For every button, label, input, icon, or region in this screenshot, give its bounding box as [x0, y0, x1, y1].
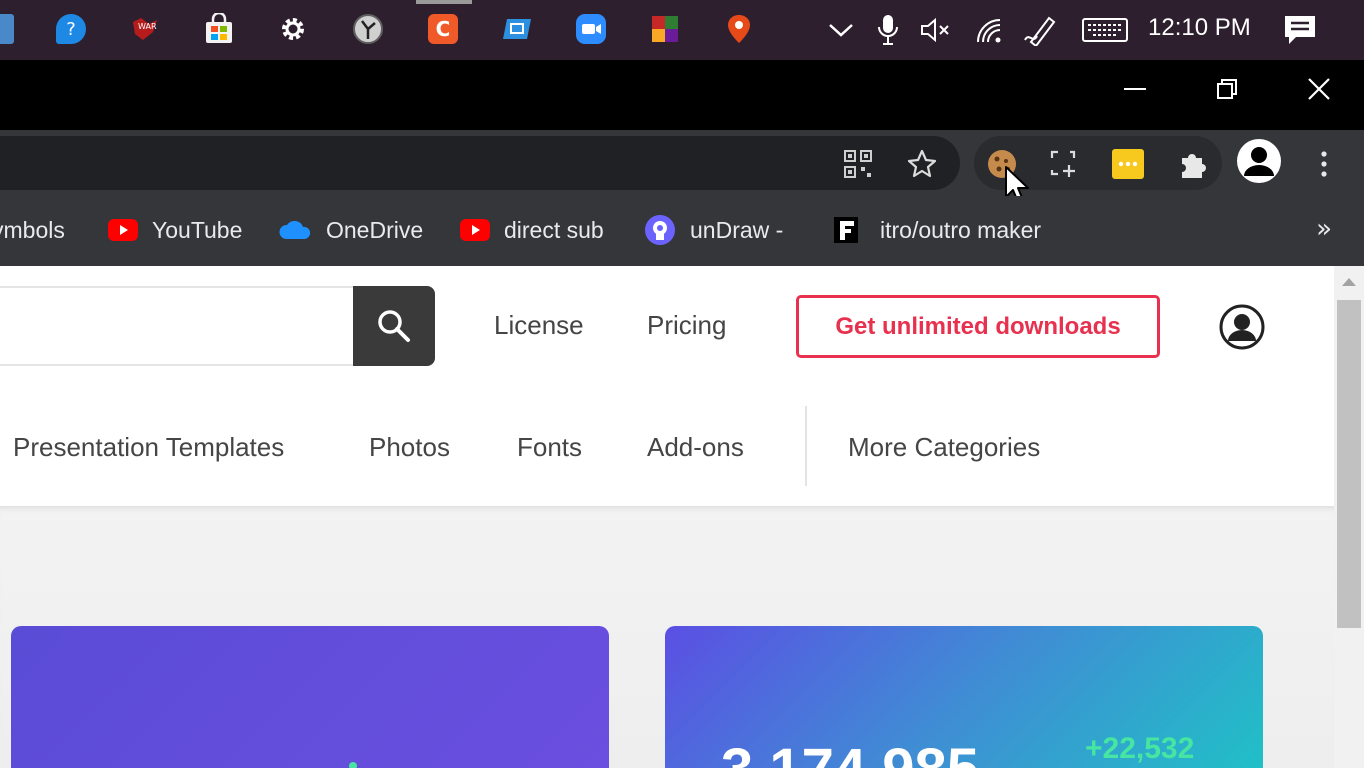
nav-license-link[interactable]: License: [494, 310, 584, 341]
bookmark-symbols[interactable]: ymbols: [0, 214, 65, 246]
notes-extension-icon[interactable]: [1108, 144, 1148, 184]
flag-icon: [834, 217, 858, 243]
indicator-dot: [349, 762, 357, 768]
account-icon[interactable]: [1218, 303, 1266, 351]
screenshot-extension-icon[interactable]: [1044, 144, 1084, 184]
touch-keyboard-icon[interactable]: [1080, 10, 1130, 50]
taskbar: ? WAR C 12:10 PM: [0, 0, 1364, 60]
stats-card[interactable]: 3,174,985 +22,532: [665, 626, 1263, 768]
bookmark-intro-outro-maker[interactable]: itro/outro maker: [834, 214, 1041, 246]
address-bar[interactable]: [0, 136, 960, 190]
extensions-puzzle-icon[interactable]: [1172, 144, 1212, 184]
show-hidden-icons-chevron-icon[interactable]: [826, 10, 856, 50]
close-icon[interactable]: [1284, 64, 1354, 114]
zoom-app-icon[interactable]: [574, 12, 608, 46]
category-divider: [805, 406, 807, 486]
clock-app-icon[interactable]: [351, 12, 385, 46]
microphone-icon[interactable]: [872, 10, 904, 50]
presentation-app-icon[interactable]: [500, 12, 534, 46]
web-page: License Pricing Get unlimited downloads …: [0, 266, 1334, 768]
bookmark-undraw[interactable]: unDraw -: [644, 214, 783, 246]
bookmark-direct-sub[interactable]: direct sub: [460, 214, 604, 246]
qr-code-icon[interactable]: [838, 144, 878, 184]
pen-icon[interactable]: [1022, 10, 1060, 50]
search-button[interactable]: [353, 286, 435, 366]
category-fonts[interactable]: Fonts: [517, 432, 582, 463]
notifications-icon[interactable]: [1280, 10, 1320, 50]
help-app-icon[interactable]: ?: [54, 12, 88, 46]
canva-app-icon[interactable]: C: [426, 12, 460, 46]
profile-avatar-icon[interactable]: [1236, 138, 1282, 184]
category-photos[interactable]: Photos: [369, 432, 450, 463]
system-clock[interactable]: 12:10 PM: [1148, 14, 1251, 42]
category-nav: Presentation Templates Photos Fonts Add-…: [0, 394, 1334, 506]
bookmark-label: direct sub: [504, 216, 604, 243]
bookmark-onedrive[interactable]: OneDrive: [278, 214, 423, 246]
bookmark-label: OneDrive: [326, 216, 424, 243]
bookmarks-bar: ymbols YouTube OneDrive direct sub unDra…: [0, 196, 1364, 266]
category-more-categories[interactable]: More Categories: [848, 432, 1040, 463]
volume-muted-icon[interactable]: [918, 10, 954, 50]
asset-count: 3,174,985: [721, 736, 979, 768]
bookmark-label: unDraw -: [690, 216, 784, 243]
bookmark-label: YouTube: [152, 216, 243, 243]
microsoft-store-icon[interactable]: [202, 12, 236, 46]
browser-toolbar: [0, 130, 1364, 196]
search-input[interactable]: [0, 286, 360, 366]
page-scrollbar[interactable]: [1334, 266, 1364, 768]
nav-pricing-link[interactable]: Pricing: [647, 310, 726, 341]
network-icon[interactable]: [972, 10, 1006, 50]
category-presentation-templates[interactable]: Presentation Templates: [13, 432, 284, 463]
menu-kebab-icon[interactable]: [1304, 144, 1344, 184]
promo-card-left[interactable]: [11, 626, 609, 768]
puzzle-app-icon[interactable]: [648, 12, 682, 46]
calculator-app-icon[interactable]: [0, 12, 20, 46]
scroll-up-arrow-icon[interactable]: [1342, 278, 1356, 286]
svg-text:WAR: WAR: [138, 22, 157, 31]
undraw-icon: [644, 214, 676, 246]
asset-count-delta: +22,532: [1085, 732, 1195, 765]
bookmarks-overflow-icon[interactable]: »: [1316, 214, 1332, 244]
settings-icon[interactable]: [276, 12, 310, 46]
youtube-icon: [460, 219, 490, 241]
bookmark-label: itro/outro maker: [880, 216, 1042, 243]
maps-app-icon[interactable]: [722, 12, 756, 46]
bookmark-star-icon[interactable]: [902, 144, 942, 184]
onedrive-icon: [278, 219, 312, 241]
restore-icon[interactable]: [1192, 64, 1262, 114]
search-icon: [378, 310, 410, 342]
hero-section: 3,174,985 +22,532: [0, 506, 1334, 768]
bookmark-label: ymbols: [0, 216, 65, 243]
game-app-icon[interactable]: WAR: [128, 12, 162, 46]
minimize-icon[interactable]: [1100, 64, 1170, 114]
category-add-ons[interactable]: Add-ons: [647, 432, 744, 463]
taskbar-active-indicator: [416, 0, 472, 4]
youtube-icon: [108, 219, 138, 241]
scroll-thumb[interactable]: [1337, 300, 1361, 628]
get-unlimited-downloads-button[interactable]: Get unlimited downloads: [796, 295, 1160, 358]
bookmark-youtube[interactable]: YouTube: [108, 214, 242, 246]
